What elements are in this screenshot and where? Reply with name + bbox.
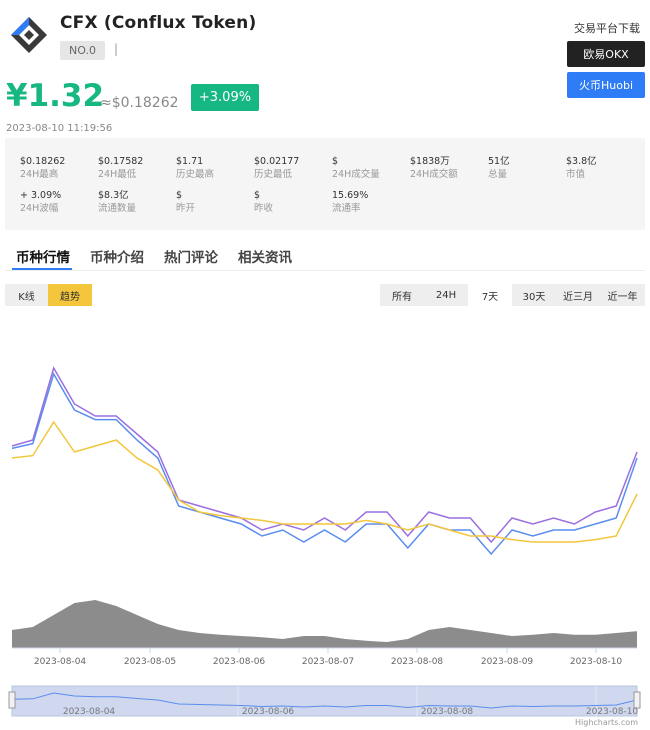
navigator-tick-label: 2023-08-10 bbox=[586, 707, 639, 717]
series-line bbox=[11, 366, 638, 544]
stat-ath: $1.71 历史最高 bbox=[176, 156, 215, 180]
range-3m[interactable]: 近三月 bbox=[556, 284, 600, 306]
price-cny: ¥1.32 bbox=[6, 78, 105, 114]
navigator-tick-label: 2023-08-04 bbox=[63, 707, 116, 717]
x-tick-label: 2023-08-09 bbox=[481, 657, 534, 667]
series-line bbox=[11, 372, 638, 556]
price-series-layer bbox=[11, 366, 638, 556]
conflux-logo bbox=[8, 14, 50, 56]
range-24h[interactable]: 24H bbox=[424, 284, 468, 306]
stat-24h-low: $0.17582 24H最低 bbox=[98, 156, 144, 180]
stat-market-cap: $3.8亿 市值 bbox=[566, 156, 597, 180]
stat-yesterday-close: $ 昨收 bbox=[254, 190, 274, 214]
stat-atl: $0.02177 历史最低 bbox=[254, 156, 300, 180]
x-tick-label: 2023-08-05 bbox=[124, 657, 176, 667]
navigator-tick-label: 2023-08-06 bbox=[242, 707, 295, 717]
tab-news[interactable]: 相关资讯 bbox=[238, 246, 292, 266]
tab-divider bbox=[5, 270, 645, 271]
kline-toggle[interactable]: K线 bbox=[5, 284, 48, 306]
exchange-download-title: 交易平台下载 bbox=[574, 22, 640, 35]
x-axis: 2023-08-04 2023-08-05 2023-08-06 2023-08-07… bbox=[12, 647, 637, 667]
stat-24h-volume: $24H成交量 bbox=[332, 156, 380, 180]
tab-market[interactable]: 币种行情 bbox=[16, 246, 70, 266]
x-tick-label: 2023-08-10 bbox=[570, 657, 623, 667]
range-all[interactable]: 所有 bbox=[380, 284, 424, 306]
okx-download-button[interactable]: 欧易OKX bbox=[567, 41, 645, 67]
range-selector: 所有 24H 7天 30天 近三月 近一年 bbox=[380, 284, 645, 306]
x-tick-label: 2023-08-08 bbox=[391, 657, 444, 667]
range-7d[interactable]: 7天 bbox=[468, 284, 512, 306]
price-usd: ≈$0.18262 bbox=[100, 95, 179, 111]
change-badge: +3.09% bbox=[191, 84, 259, 111]
coin-name: CFX (Conflux Token) bbox=[60, 13, 257, 33]
x-tick-label: 2023-08-07 bbox=[302, 657, 354, 667]
range-30d[interactable]: 30天 bbox=[512, 284, 556, 306]
stat-24h-high: $0.18262 24H最高 bbox=[20, 156, 66, 180]
navigator-handle-right[interactable] bbox=[633, 691, 641, 709]
tab-intro[interactable]: 币种介绍 bbox=[90, 246, 144, 266]
stat-yesterday-open: $ 昨开 bbox=[176, 190, 196, 214]
stat-circulation-rate: 15.69% 流通率 bbox=[332, 190, 369, 214]
highcharts-credit: Highcharts.com bbox=[575, 718, 638, 727]
rank-badge: NO.0 bbox=[60, 41, 105, 60]
trend-toggle[interactable]: 趋势 bbox=[48, 284, 92, 306]
x-tick-label: 2023-08-06 bbox=[213, 657, 266, 667]
tab-comments[interactable]: 热门评论 bbox=[164, 246, 218, 266]
separator: | bbox=[114, 42, 119, 56]
stats-panel: $0.18262 24H最高 $0.17582 24H最低 $1.71 历史最高 $0… bbox=[5, 138, 645, 230]
x-tick-label: 2023-08-04 bbox=[34, 657, 87, 667]
stat-circulating: $8.3亿 流通数量 bbox=[98, 190, 137, 214]
stat-24h-range: + 3.09% 24H波幅 bbox=[20, 190, 62, 214]
navigator-tick-label: 2023-08-08 bbox=[421, 707, 474, 717]
price-chart[interactable]: 2023-08-04 2023-08-05 2023-08-06 2023-08-07… bbox=[0, 320, 650, 730]
volume-layer bbox=[12, 600, 637, 648]
navigator-handle-left[interactable] bbox=[8, 691, 16, 709]
stat-total-supply: 51亿 总量 bbox=[488, 156, 510, 180]
range-1y[interactable]: 近一年 bbox=[600, 284, 645, 306]
stat-24h-turnover: $1838万 24H成交额 bbox=[410, 156, 458, 180]
huobi-download-button[interactable]: 火币Huobi bbox=[567, 72, 645, 98]
active-tab-indicator bbox=[12, 268, 72, 270]
volume-area bbox=[12, 600, 637, 648]
timestamp: 2023-08-10 11:19:56 bbox=[6, 123, 113, 134]
series-line bbox=[11, 420, 638, 543]
